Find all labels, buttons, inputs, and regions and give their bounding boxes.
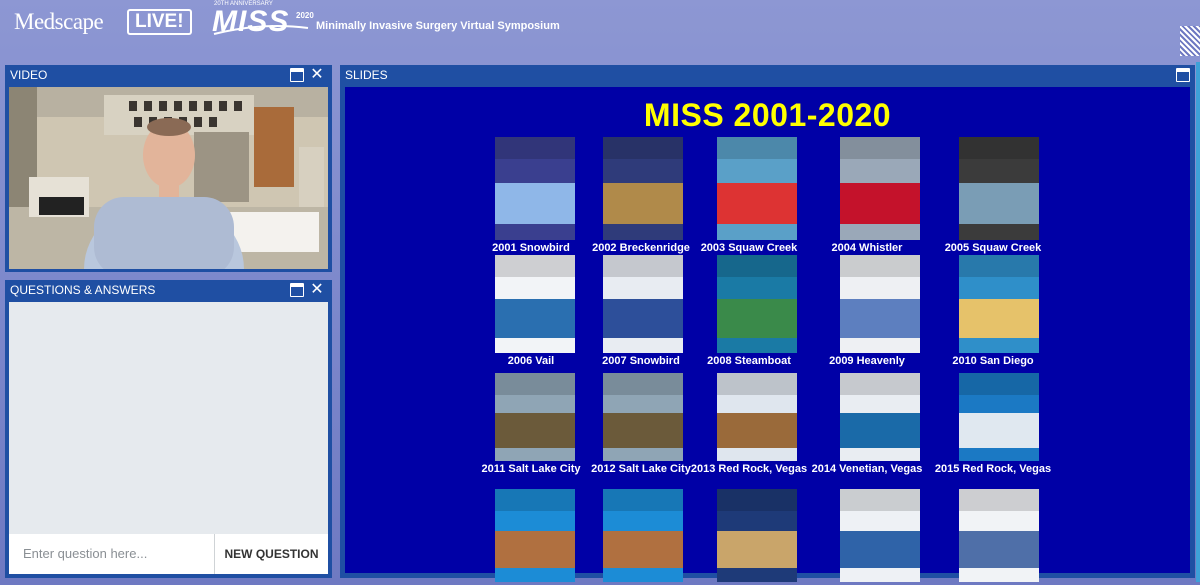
slide-cover — [603, 489, 683, 582]
slide-cover — [840, 255, 920, 353]
cover-photo — [603, 299, 683, 338]
slide-cover — [717, 489, 797, 582]
cover-photo — [840, 183, 920, 224]
cover-banner — [495, 489, 575, 511]
questions-answers-panel: QUESTIONS & ANSWERS ✕ Enter question her… — [5, 280, 332, 578]
slide-cover — [495, 489, 575, 582]
cover-photo — [959, 183, 1039, 224]
slide-cover — [603, 137, 683, 240]
qa-list — [9, 302, 328, 555]
slide-cover — [840, 373, 920, 461]
maximize-icon[interactable] — [1176, 68, 1190, 82]
cover-banner — [840, 373, 920, 395]
miss-swoosh-icon — [213, 25, 309, 35]
maximize-icon[interactable] — [290, 68, 304, 82]
cover-banner — [717, 489, 797, 511]
video-panel: VIDEO ✕ — [5, 65, 332, 272]
cover-photo — [959, 299, 1039, 338]
cover-banner — [840, 489, 920, 511]
cover-banner — [495, 373, 575, 395]
slides-panel-title: SLIDES — [345, 68, 388, 82]
slide-cover — [495, 373, 575, 461]
cover-banner — [495, 137, 575, 159]
slide-cover — [603, 373, 683, 461]
cover-photo — [495, 299, 575, 338]
cover-photo — [717, 413, 797, 448]
qa-panel-title: QUESTIONS & ANSWERS — [10, 283, 156, 297]
slide-cover — [717, 373, 797, 461]
cover-banner — [959, 489, 1039, 511]
cover-banner — [495, 255, 575, 277]
cover-photo — [840, 299, 920, 338]
slide-view[interactable]: MISS 2001-2020 2001 Snowbird 2002 Brecken… — [345, 87, 1190, 585]
cover-photo — [603, 413, 683, 448]
slide-cover — [495, 255, 575, 353]
cover-banner — [840, 255, 920, 277]
slide-cover — [603, 255, 683, 353]
cover-banner — [717, 255, 797, 277]
cover-photo — [495, 413, 575, 448]
slide-caption: 2005 Squaw Creek — [944, 242, 1042, 254]
cover-photo — [840, 531, 920, 568]
cover-photo — [495, 183, 575, 224]
slide-cover — [840, 489, 920, 582]
new-question-button[interactable]: NEW QUESTION — [214, 534, 328, 574]
slide-caption: 2015 Red Rock, Vegas — [934, 463, 1052, 475]
cover-banner — [717, 137, 797, 159]
cover-photo — [603, 531, 683, 568]
slide-cover — [959, 489, 1039, 582]
miss-year: 2020 — [296, 11, 314, 20]
cover-banner — [603, 137, 683, 159]
live-badge: LIVE! — [127, 9, 192, 35]
slide-caption: 2010 San Diego — [952, 355, 1034, 367]
slide-caption: 2004 Whistler — [831, 242, 903, 254]
question-input[interactable]: Enter question here... — [9, 534, 214, 574]
slide-cover — [717, 137, 797, 240]
medscape-logo: Medscape — [14, 9, 104, 34]
cover-photo — [603, 183, 683, 224]
cover-photo — [495, 531, 575, 568]
video-presenter-image — [9, 87, 328, 269]
video-feed[interactable] — [9, 87, 328, 269]
cover-photo — [959, 413, 1039, 448]
grid-pattern-icon — [1180, 26, 1200, 56]
cover-banner — [717, 373, 797, 395]
slides-panel: SLIDES MISS 2001-2020 2001 Snowbird 2002 … — [340, 65, 1195, 585]
close-icon[interactable]: ✕ — [309, 282, 325, 298]
slide-cover — [959, 255, 1039, 353]
cover-photo — [717, 531, 797, 568]
video-panel-title: VIDEO — [10, 68, 48, 82]
cover-banner — [603, 373, 683, 395]
symposium-title: Minimally Invasive Surgery Virtual Sympo… — [316, 20, 560, 32]
cover-banner — [603, 255, 683, 277]
slide-cover — [717, 255, 797, 353]
slide-cover — [840, 137, 920, 240]
cover-banner — [959, 373, 1039, 395]
slide-caption: 2009 Heavenly — [829, 355, 905, 367]
app-header: Medscape LIVE! 20TH ANNIVERSARY MISS 202… — [0, 0, 1200, 60]
cover-photo — [717, 183, 797, 224]
close-icon[interactable]: ✕ — [309, 67, 325, 83]
cover-banner — [603, 489, 683, 511]
cover-photo — [840, 413, 920, 448]
right-edge-bar — [1196, 62, 1200, 582]
cover-banner — [840, 137, 920, 159]
slide-heading: MISS 2001-2020 — [643, 97, 892, 133]
cover-photo — [717, 299, 797, 338]
cover-photo — [959, 531, 1039, 568]
cover-banner — [959, 255, 1039, 277]
slide-cover — [959, 137, 1039, 240]
slide-cover — [495, 137, 575, 240]
maximize-icon[interactable] — [290, 283, 304, 297]
cover-banner — [959, 137, 1039, 159]
slide-cover — [959, 373, 1039, 461]
slide-caption: 2014 Venetian, Vegas — [811, 463, 923, 475]
